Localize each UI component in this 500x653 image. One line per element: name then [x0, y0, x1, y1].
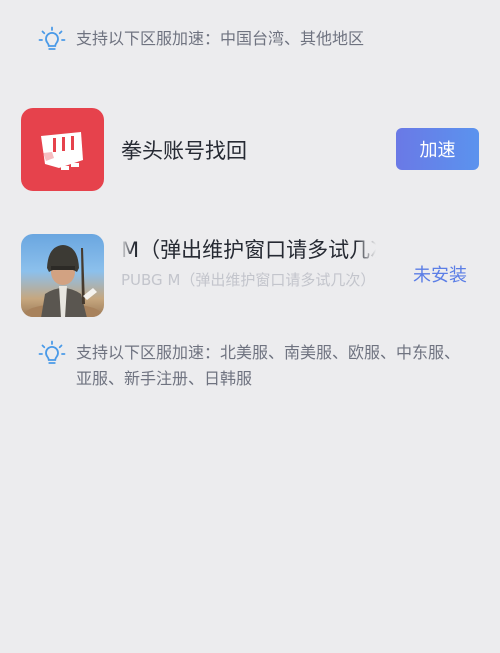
region-tip: 支持以下区服加速：中国台湾、其他地区	[38, 26, 460, 54]
app-title: 拳头账号找回	[121, 138, 247, 163]
app-row-pubg-mobile[interactable]: M（弹出维护窗口请多试几次） PUBG M（弹出维护窗口请多试几次） 未安装	[21, 233, 479, 317]
accelerate-button[interactable]: 加速	[396, 128, 479, 170]
lightbulb-icon	[38, 26, 66, 50]
lightbulb-icon	[38, 340, 66, 364]
region-tip: 支持以下区服加速：北美服、南美服、欧服、中东服、亚服、新手注册、日韩服	[38, 340, 460, 392]
not-installed-status[interactable]: 未安装	[413, 261, 467, 287]
app-title: M（弹出维护窗口请多试几次）	[121, 238, 376, 262]
tip-text: 支持以下区服加速：中国台湾、其他地区	[76, 29, 365, 48]
game-text: M（弹出维护窗口请多试几次） PUBG M（弹出维护窗口请多试几次）	[121, 235, 376, 292]
pubg-soldier-icon	[21, 233, 104, 317]
app-subtitle: PUBG M（弹出维护窗口请多试几次）	[121, 271, 376, 289]
riot-fist-icon	[21, 108, 104, 191]
tip-text: 支持以下区服加速：北美服、南美服、欧服、中东服、亚服、新手注册、日韩服	[76, 343, 461, 388]
app-row-riot-account[interactable]: 拳头账号找回 加速	[21, 108, 479, 191]
